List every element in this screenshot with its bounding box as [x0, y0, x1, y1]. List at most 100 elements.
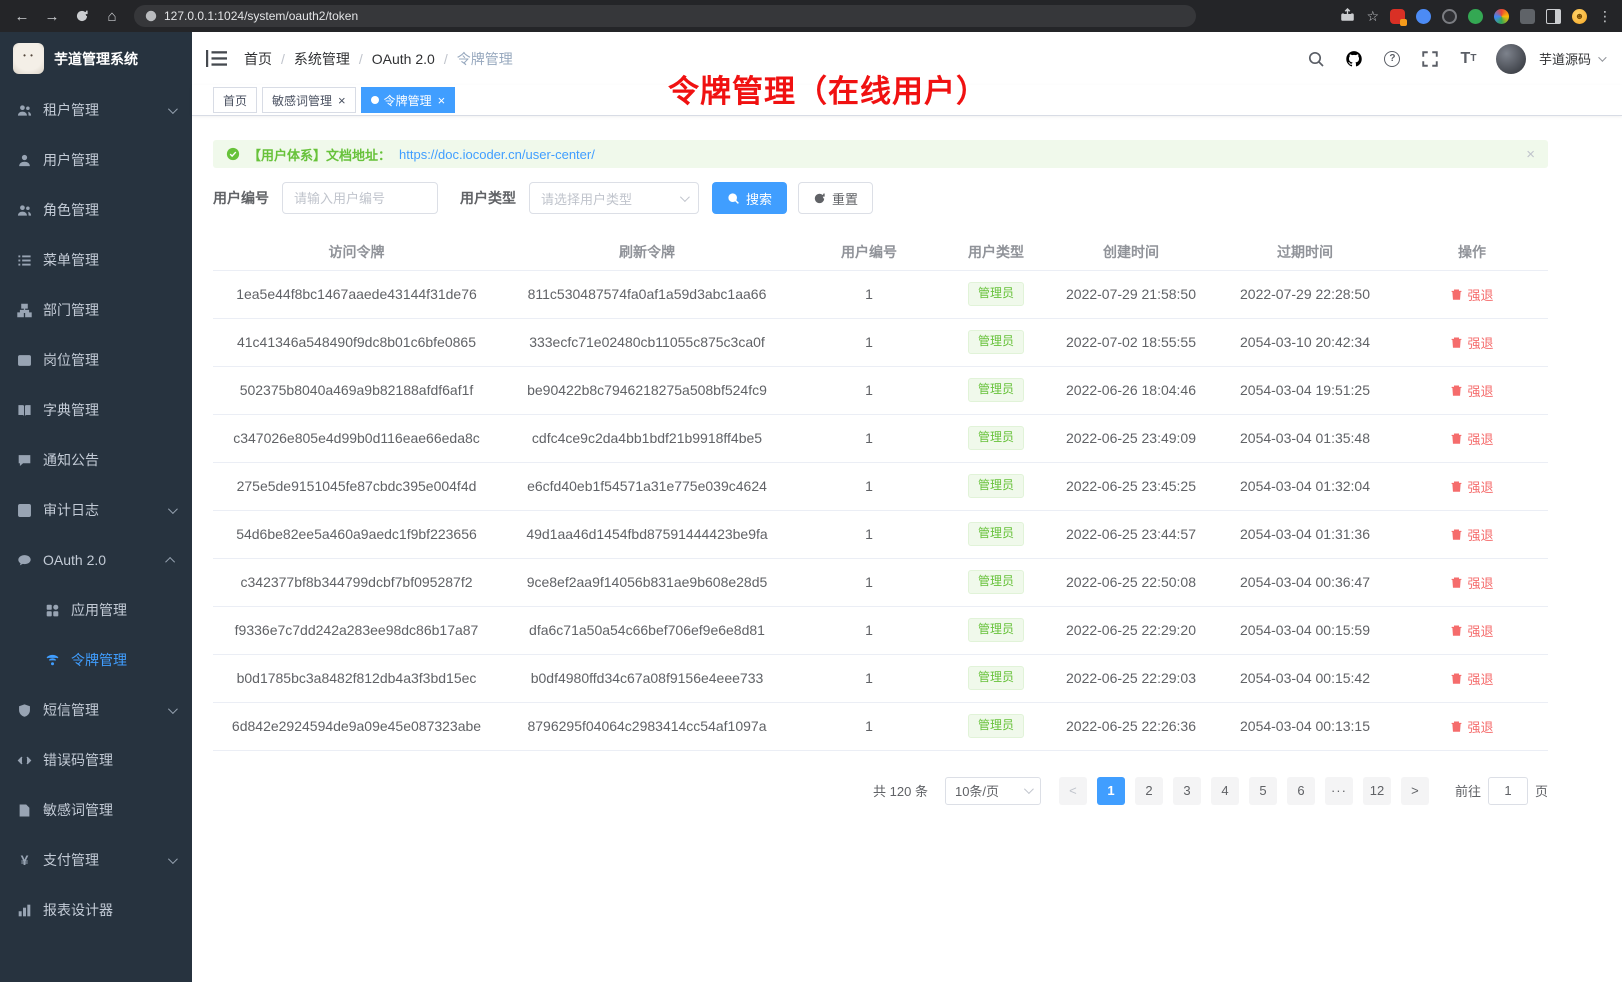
close-icon[interactable]: × — [338, 94, 346, 107]
sidebar-item-7[interactable]: 通知公告 — [0, 435, 192, 485]
table-row: 54d6be82ee5a460a9aedc1f9bf22365649d1aa46… — [213, 510, 1548, 558]
force-logout-button[interactable]: 强退 — [1450, 429, 1493, 448]
sidebar-item-11[interactable]: 错误码管理 — [0, 735, 192, 785]
extension-icon[interactable] — [1468, 9, 1483, 24]
refresh-token-cell: b0df4980ffd34c67a08f9156e4eee733 — [500, 654, 794, 702]
table-row: c342377bf8b344799dcbf7bf095287f29ce8ef2a… — [213, 558, 1548, 606]
refresh-token-cell: 811c530487574fa0af1a59d3abc1aa66 — [500, 270, 794, 318]
force-logout-button[interactable]: 强退 — [1450, 717, 1493, 736]
tab-0[interactable]: 首页 — [213, 87, 257, 113]
share-icon[interactable] — [1340, 7, 1355, 25]
sidebar-item-13[interactable]: ¥支付管理 — [0, 835, 192, 885]
app-logo[interactable]: 芋道管理系统 — [0, 32, 192, 85]
sidebar-item-8[interactable]: 审计日志 — [0, 485, 192, 535]
user-id-input[interactable] — [282, 182, 438, 214]
more-pages-button[interactable]: ··· — [1325, 777, 1353, 805]
reset-button[interactable]: 重置 — [798, 182, 873, 214]
extension-icon[interactable] — [1390, 9, 1405, 24]
user-type-select[interactable]: 请选择用户类型 — [529, 182, 699, 214]
side-panel-icon[interactable] — [1546, 9, 1561, 24]
page-button-12[interactable]: 12 — [1363, 777, 1391, 805]
close-icon[interactable]: × — [438, 94, 446, 107]
delete-icon — [1450, 528, 1463, 541]
page-button-6[interactable]: 6 — [1287, 777, 1315, 805]
extension-icon[interactable] — [1442, 9, 1457, 24]
sidebar-item-label: OAuth 2.0 — [43, 552, 106, 568]
breadcrumb-item[interactable]: 首页 — [244, 49, 272, 69]
sidebar-toggle-icon[interactable] — [206, 49, 227, 68]
user-menu[interactable]: 芋道源码 — [1539, 49, 1604, 68]
site-info-icon[interactable] — [145, 10, 157, 22]
browser-profile-avatar[interactable]: ☻ — [1572, 9, 1587, 24]
font-size-icon[interactable]: TT — [1458, 48, 1479, 69]
select-placeholder: 请选择用户类型 — [541, 189, 632, 208]
force-logout-button[interactable]: 强退 — [1450, 621, 1493, 640]
search-button[interactable]: 搜索 — [712, 182, 787, 214]
address-bar[interactable]: 127.0.0.1:1024/system/oauth2/token — [134, 5, 1196, 27]
page-button-2[interactable]: 2 — [1135, 777, 1163, 805]
sidebar-item-14[interactable]: 报表设计器 — [0, 885, 192, 935]
expires-at-cell: 2054-03-04 00:15:59 — [1214, 606, 1396, 654]
user-icon — [17, 153, 32, 168]
help-icon[interactable]: ? — [1382, 48, 1403, 69]
page-button-4[interactable]: 4 — [1211, 777, 1239, 805]
sidebar-item-1[interactable]: 用户管理 — [0, 135, 192, 185]
sidebar-item-3[interactable]: 菜单管理 — [0, 235, 192, 285]
search-icon[interactable] — [1306, 48, 1327, 69]
github-icon[interactable] — [1344, 48, 1365, 69]
bookmark-star-icon[interactable]: ☆ — [1366, 8, 1379, 25]
tab-1[interactable]: 敏感词管理× — [262, 87, 356, 113]
page-size-select[interactable]: 10条/页 — [945, 777, 1041, 805]
extension-icon[interactable] — [1416, 9, 1431, 24]
sidebar-subitem-9-1[interactable]: 令牌管理 — [0, 635, 192, 685]
fullscreen-icon[interactable] — [1420, 48, 1441, 69]
access-token-cell: b0d1785bc3a8482f812db4a3f3bd15ec — [213, 654, 500, 702]
sidebar-item-4[interactable]: 部门管理 — [0, 285, 192, 335]
goto-page-input[interactable] — [1488, 777, 1528, 805]
close-icon[interactable]: × — [1526, 147, 1535, 162]
user-avatar[interactable] — [1496, 44, 1526, 74]
force-logout-button[interactable]: 强退 — [1450, 333, 1493, 352]
breadcrumb-item[interactable]: 系统管理 — [294, 49, 350, 69]
breadcrumb-item[interactable]: OAuth 2.0 — [372, 51, 435, 67]
report-icon — [17, 903, 32, 918]
total-count: 共 120 条 — [873, 781, 928, 800]
page-buttons: 123456···12 — [1097, 777, 1391, 805]
sidebar-item-6[interactable]: 字典管理 — [0, 385, 192, 435]
next-page-button[interactable]: > — [1401, 777, 1429, 805]
sidebar-item-5[interactable]: 岗位管理 — [0, 335, 192, 385]
sidebar-item-0[interactable]: 租户管理 — [0, 85, 192, 135]
extensions-puzzle-icon[interactable] — [1520, 9, 1535, 24]
page-button-1[interactable]: 1 — [1097, 777, 1125, 805]
page-button-5[interactable]: 5 — [1249, 777, 1277, 805]
sidebar-subitem-9-0[interactable]: 应用管理 — [0, 585, 192, 635]
success-check-icon — [226, 147, 240, 161]
page-button-3[interactable]: 3 — [1173, 777, 1201, 805]
sidebar-item-12[interactable]: 敏感词管理 — [0, 785, 192, 835]
created-at-cell: 2022-06-25 22:29:20 — [1048, 606, 1214, 654]
sidebar-item-10[interactable]: 短信管理 — [0, 685, 192, 735]
force-logout-button[interactable]: 强退 — [1450, 573, 1493, 592]
pagination: 共 120 条 10条/页 < 123456···12 > 前往 页 — [213, 777, 1548, 805]
extensions-pinwheel-icon[interactable] — [1494, 9, 1509, 24]
forward-icon[interactable]: → — [40, 4, 64, 28]
browser-menu-icon[interactable]: ⋮ — [1598, 8, 1612, 25]
created-at-cell: 2022-06-25 22:50:08 — [1048, 558, 1214, 606]
chevron-down-icon — [168, 854, 178, 864]
sidebar-item-2[interactable]: 角色管理 — [0, 185, 192, 235]
force-logout-button[interactable]: 强退 — [1450, 285, 1493, 304]
user-type-badge: 管理员 — [968, 666, 1024, 690]
sidebar-item-label: 部门管理 — [43, 300, 99, 320]
force-logout-button[interactable]: 强退 — [1450, 381, 1493, 400]
force-logout-button[interactable]: 强退 — [1450, 525, 1493, 544]
force-logout-button[interactable]: 强退 — [1450, 477, 1493, 496]
sidebar-item-label: 租户管理 — [43, 100, 99, 120]
prev-page-button[interactable]: < — [1059, 777, 1087, 805]
reload-icon[interactable] — [70, 4, 94, 28]
home-icon[interactable]: ⌂ — [100, 4, 124, 28]
tab-2[interactable]: 令牌管理× — [361, 87, 456, 113]
back-icon[interactable]: ← — [10, 4, 34, 28]
sidebar-item-9[interactable]: OAuth 2.0 — [0, 535, 192, 585]
doc-link[interactable]: https://doc.iocoder.cn/user-center/ — [399, 147, 595, 162]
force-logout-button[interactable]: 强退 — [1450, 669, 1493, 688]
